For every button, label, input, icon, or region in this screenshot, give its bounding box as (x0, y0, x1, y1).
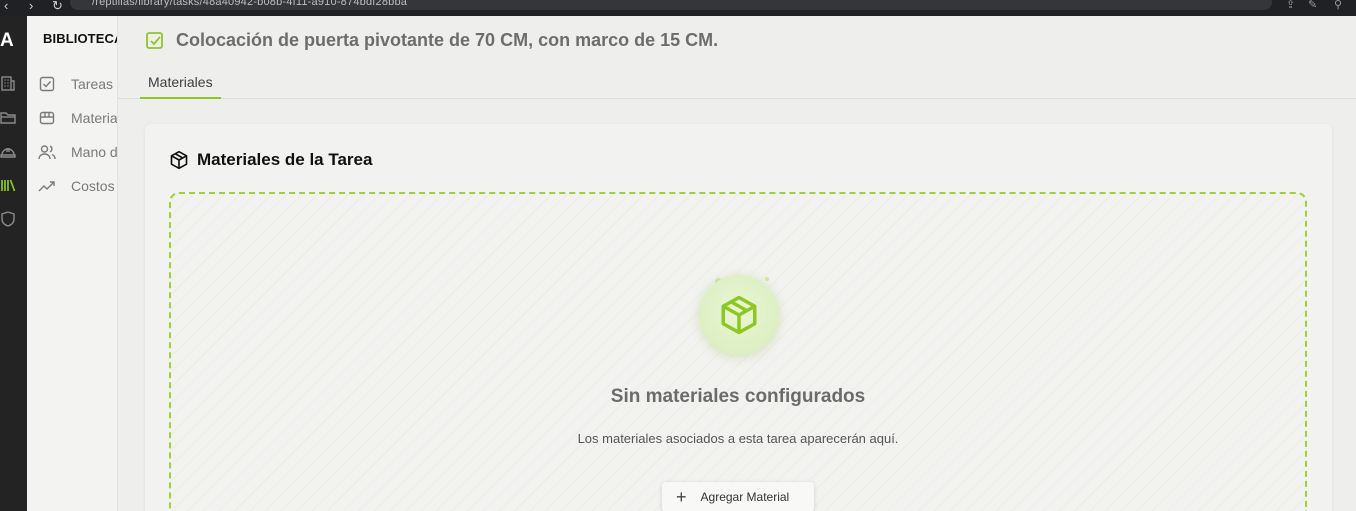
page-header: Colocación de puerta pivotante de 70 CM,… (118, 16, 1356, 99)
back-icon[interactable]: ‹ (4, 0, 8, 13)
tab-materiales[interactable]: Materiales (140, 68, 221, 99)
sidebar-item-label: Materiales (71, 110, 118, 126)
users-icon (38, 143, 56, 161)
hardhat-icon[interactable] (0, 142, 16, 160)
add-material-label: Agregar Material (700, 490, 790, 504)
materials-card: Materiales de la Tarea Sin materiales co… (145, 124, 1332, 511)
add-material-button[interactable]: + Agregar Material (662, 482, 814, 511)
sidebar-item-label: Mano de obra (71, 144, 118, 160)
library-sidebar: BIBLIOTECA Tareas Materiales Mano de obr… (27, 16, 118, 511)
address-bar[interactable]: /reptilias/library/tasks/48a40942-b08b-4… (70, 0, 1272, 10)
page-title-row: Colocación de puerta pivotante de 70 CM,… (145, 30, 718, 51)
sidebar-item-materiales[interactable]: Materiales (38, 107, 118, 129)
empty-state-description: Los materiales asociados a esta tarea ap… (577, 431, 899, 446)
browser-toolbar: ‹ › ↻ /reptilias/library/tasks/48a40942-… (0, 0, 1356, 16)
package-icon (169, 150, 189, 170)
building-icon[interactable] (0, 74, 16, 92)
empty-state-title: Sin materiales configurados (610, 386, 866, 407)
package-icon (38, 109, 56, 127)
extensions-icon[interactable]: ⚲ (1334, 0, 1342, 11)
share-icon[interactable]: ⇪ (1286, 0, 1295, 11)
check-square-icon (145, 31, 165, 51)
app-rail: A (0, 16, 27, 511)
main-content: Colocación de puerta pivotante de 70 CM,… (118, 16, 1356, 511)
card-header: Materiales de la Tarea (169, 150, 372, 170)
check-square-icon (38, 75, 56, 93)
sidebar-item-label: Costos (71, 178, 115, 194)
shield-icon[interactable] (0, 210, 16, 228)
reload-icon[interactable]: ↻ (52, 0, 63, 14)
sidebar-item-tareas[interactable]: Tareas (38, 73, 117, 95)
page-title: Colocación de puerta pivotante de 70 CM,… (176, 30, 719, 50)
card-title: Materiales de la Tarea (197, 150, 373, 169)
materials-empty-state: Sin materiales configurados Los material… (169, 192, 1307, 511)
plus-icon: + (676, 487, 687, 507)
sidebar-title: BIBLIOTECA (43, 31, 118, 46)
address-url: /reptilias/library/tasks/48a40942-b08b-4… (92, 0, 408, 8)
decorative-dot (765, 277, 769, 281)
trending-up-icon (38, 177, 56, 195)
sidebar-item-label: Tareas (71, 76, 114, 92)
library-icon[interactable] (0, 176, 16, 194)
folder-icon[interactable] (0, 108, 16, 126)
app-logo[interactable]: A (0, 30, 16, 52)
edit-icon[interactable]: ✎ (1308, 0, 1317, 11)
forward-icon[interactable]: › (29, 0, 33, 13)
sidebar-item-mano-de-obra[interactable]: Mano de obra (38, 141, 118, 163)
package-icon (699, 275, 779, 355)
sidebar-item-costos[interactable]: Costos (38, 175, 117, 197)
